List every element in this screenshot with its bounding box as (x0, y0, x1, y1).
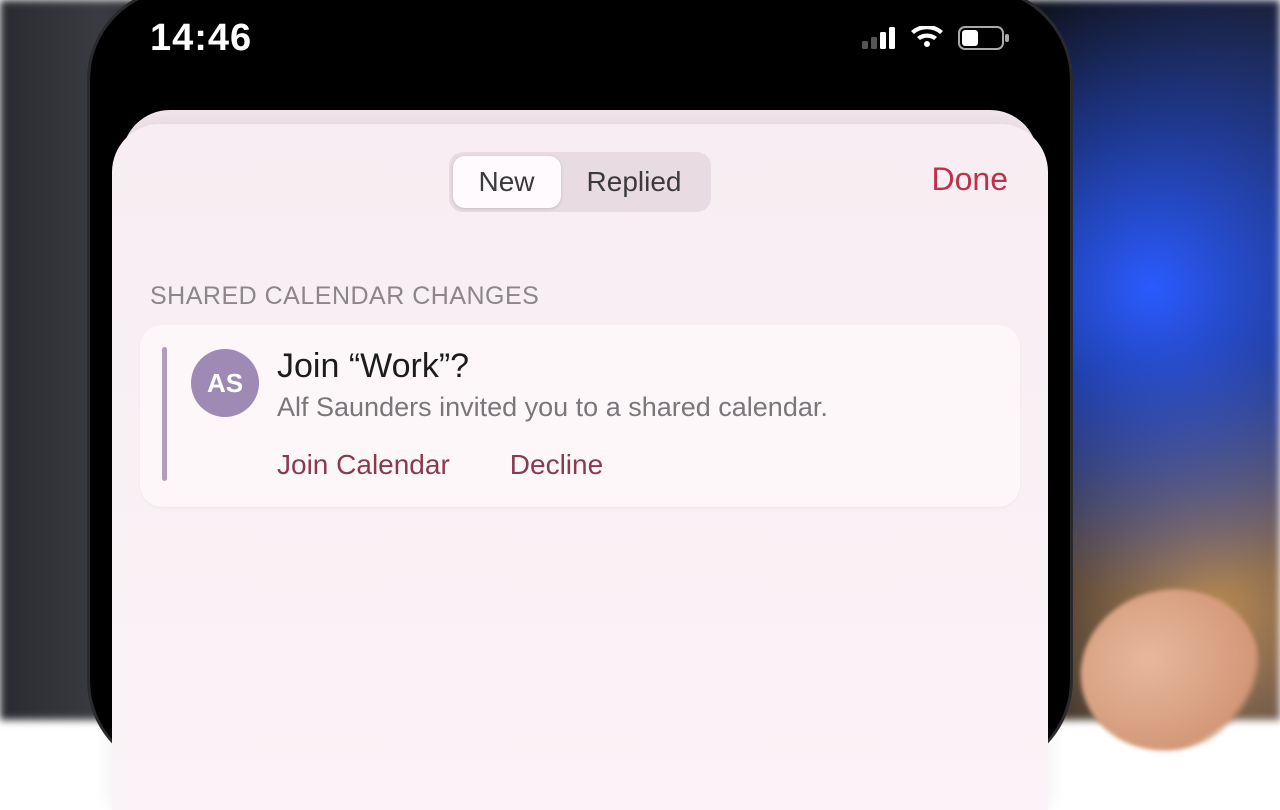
calendar-invite-card[interactable]: AS Join “Work”? Alf Saunders invited you… (140, 325, 1020, 507)
section-header: SHARED CALENDAR CHANGES (150, 282, 1020, 311)
card-accent-stripe (162, 347, 167, 481)
sheet-header: New Replied Done (140, 152, 1020, 212)
phone-frame: 14:46 New Replied Done SHARED CALENDAR C… (90, 0, 1070, 770)
invite-title: Join “Work”? (277, 347, 998, 386)
tab-new[interactable]: New (453, 156, 561, 208)
invite-actions: Join Calendar Decline (277, 449, 998, 481)
decline-button[interactable]: Decline (510, 449, 603, 481)
card-content: Join “Work”? Alf Saunders invited you to… (277, 347, 998, 481)
wifi-icon (910, 26, 944, 50)
status-time: 14:46 (150, 17, 252, 60)
done-button[interactable]: Done (926, 160, 1015, 199)
battery-icon (958, 26, 1010, 50)
status-indicators (862, 26, 1010, 50)
tab-replied[interactable]: Replied (561, 156, 708, 208)
cellular-icon (862, 27, 896, 49)
avatar: AS (191, 349, 259, 417)
status-bar: 14:46 (90, 8, 1070, 68)
invite-subtitle: Alf Saunders invited you to a shared cal… (277, 390, 998, 425)
segmented-control: New Replied (449, 152, 712, 212)
inbox-sheet: New Replied Done SHARED CALENDAR CHANGES… (112, 124, 1048, 810)
join-calendar-button[interactable]: Join Calendar (277, 449, 450, 481)
